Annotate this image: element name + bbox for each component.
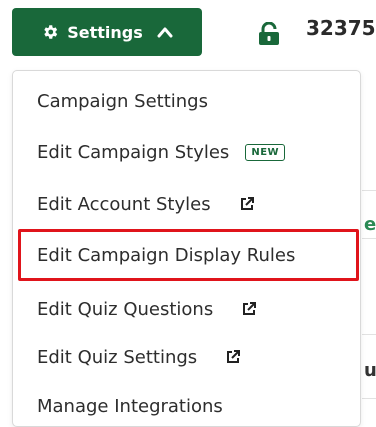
menu-item-label: Edit Quiz Questions	[37, 298, 214, 320]
external-link-icon	[241, 301, 257, 317]
background-text-fragment: e	[364, 214, 376, 235]
settings-button-label: Settings	[67, 22, 143, 42]
menu-item-label: Manage Integrations	[37, 395, 223, 417]
menu-item-edit-quiz-questions[interactable]: Edit Quiz Questions	[13, 289, 360, 329]
menu-item-label: Edit Campaign Display Rules	[37, 244, 296, 266]
gear-icon	[41, 23, 59, 41]
background-divider	[362, 190, 376, 191]
menu-item-label: Edit Quiz Settings	[37, 346, 198, 368]
lock-icon	[258, 21, 280, 50]
external-link-icon	[239, 196, 255, 212]
settings-button[interactable]: Settings	[12, 8, 202, 56]
external-link-icon	[225, 349, 241, 365]
menu-item-label: Campaign Settings	[37, 90, 208, 112]
background-divider	[362, 238, 376, 239]
menu-item-label: Edit Account Styles	[37, 193, 211, 215]
menu-item-label: Edit Campaign Styles	[37, 141, 230, 163]
menu-item-edit-campaign-styles[interactable]: Edit Campaign Styles NEW	[13, 132, 360, 172]
menu-item-manage-integrations[interactable]: Manage Integrations	[13, 386, 360, 426]
menu-item-edit-quiz-settings[interactable]: Edit Quiz Settings	[13, 337, 360, 377]
background-divider	[362, 398, 376, 399]
background-divider	[362, 334, 376, 335]
menu-item-edit-campaign-display-rules[interactable]: Edit Campaign Display Rules	[13, 235, 360, 275]
background-text-fragment: u	[364, 360, 376, 381]
menu-item-campaign-settings[interactable]: Campaign Settings	[13, 81, 360, 121]
chevron-up-icon	[157, 26, 173, 38]
settings-dropdown-menu: Campaign Settings Edit Campaign Styles N…	[12, 70, 361, 427]
menu-item-edit-account-styles[interactable]: Edit Account Styles	[13, 184, 360, 224]
new-badge: NEW	[245, 143, 286, 161]
campaign-id: 32375	[306, 16, 376, 40]
